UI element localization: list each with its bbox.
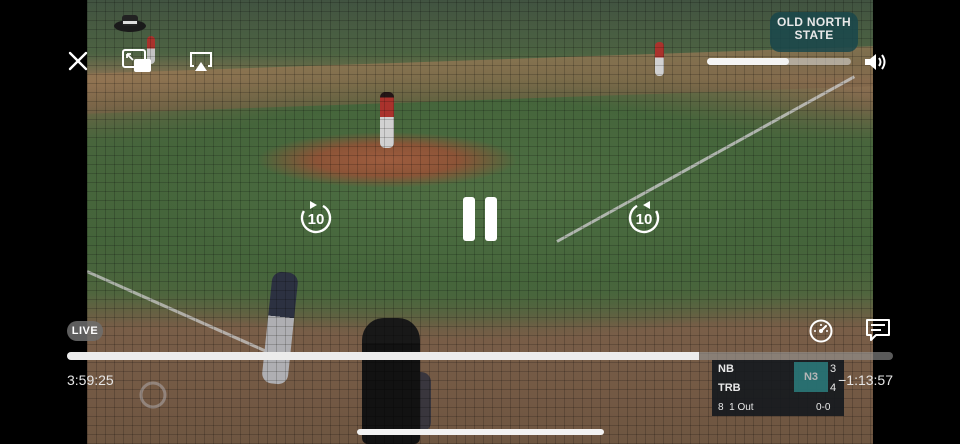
- skip-forward-label: 10: [636, 211, 653, 228]
- picture-in-picture-icon[interactable]: [121, 47, 153, 75]
- skip-back-label: 10: [308, 211, 325, 228]
- close-icon[interactable]: [66, 49, 90, 73]
- skip-back-10-button[interactable]: 10: [297, 199, 335, 237]
- scoreboard-row: NB: [718, 363, 734, 375]
- progress-scrubber[interactable]: [67, 352, 893, 360]
- elapsed-time: 3:59:25: [67, 372, 114, 388]
- team-logo: [113, 12, 147, 36]
- progress-fill: [67, 352, 699, 360]
- live-badge[interactable]: LIVE: [67, 321, 103, 341]
- remaining-time: −1:13:57: [838, 372, 893, 388]
- inning: 8: [718, 402, 724, 413]
- outs: 1 Out: [729, 402, 754, 413]
- speaker-icon[interactable]: [862, 50, 890, 74]
- ball-strike-count: 0-0: [816, 402, 831, 413]
- airplay-icon[interactable]: [188, 50, 214, 74]
- team-name: TRB: [718, 382, 741, 394]
- playback-speed-icon[interactable]: [808, 318, 834, 344]
- home-indicator[interactable]: [357, 429, 604, 435]
- team-score: 3: [830, 363, 837, 375]
- league-logo: OLD NORTH STATE: [770, 12, 858, 52]
- inning-outs: 8 1 Out: [718, 402, 754, 413]
- volume-slider-fill: [707, 58, 790, 65]
- captions-icon[interactable]: [864, 317, 892, 343]
- watermark-logo: [108, 380, 198, 430]
- team-name: NB: [718, 363, 734, 375]
- skip-forward-10-button[interactable]: 10: [625, 199, 663, 237]
- league-logo-line: STATE: [794, 28, 834, 42]
- team-score: 4: [830, 382, 837, 394]
- scoreboard: NB 3 TRB 4 N3 8 1 Out 0-0: [712, 360, 844, 416]
- scoreboard-row: TRB: [718, 382, 741, 394]
- pause-button[interactable]: [461, 195, 499, 243]
- volume-slider[interactable]: [707, 58, 851, 65]
- base-runners-graphic: N3: [794, 362, 828, 392]
